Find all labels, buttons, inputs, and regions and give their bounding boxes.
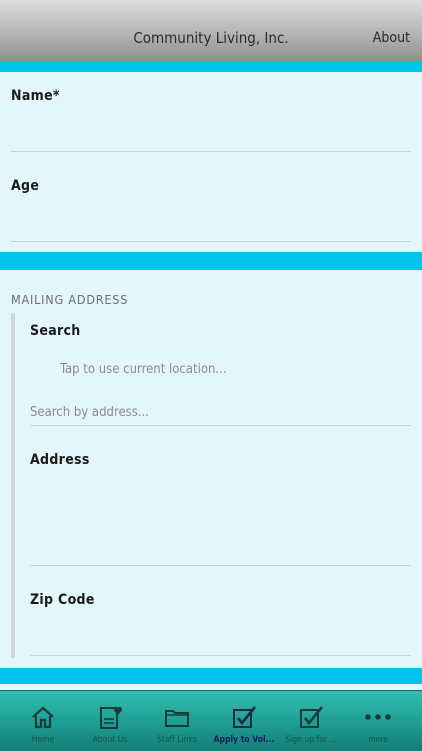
folder-icon [165,710,189,727]
address-label: Address [30,452,90,468]
name-input[interactable] [11,151,411,152]
group-indent-line [11,313,15,658]
tab-home-label: Home [31,735,55,745]
tab-staff-links-label: Staff Links [157,735,197,745]
tab-staff-links[interactable]: Staff Links [142,691,212,751]
checkbox-icon [233,706,257,728]
tab-apply-to-volunteer[interactable]: Apply to Vol... [209,691,279,751]
tab-more[interactable]: more [343,691,413,751]
tab-home[interactable]: Home [8,691,78,751]
tab-sign-up-label: Sign up for ... [285,735,337,745]
home-icon [32,706,54,729]
about-button[interactable]: About [373,30,410,46]
checkbox-icon [300,706,324,728]
tab-about-us[interactable]: About Us [75,691,145,751]
mailing-address-heading: MAILING ADDRESS [11,292,129,307]
section-divider-bar [0,252,422,270]
tab-about-us-label: About Us [92,735,128,745]
tab-apply-label: Apply to Vol... [213,735,275,745]
tab-more-label: more [368,735,388,745]
app-title: Community Living, Inc. [133,29,289,47]
use-current-location-button[interactable]: Tap to use current location... [60,362,227,377]
zip-code-label: Zip Code [30,592,95,608]
search-label: Search [30,323,81,339]
age-label: Age [11,178,40,194]
accent-bar-top [0,62,422,72]
address-input[interactable] [30,565,411,566]
tab-bar: Home About Us Staff Links Apply to Vol..… [0,690,422,751]
app-header: Community Living, Inc. About [0,0,422,62]
search-underline [30,425,411,426]
document-heart-icon [100,706,122,729]
accent-bar-bottom [0,668,422,684]
tab-sign-up[interactable]: Sign up for ... [276,691,346,751]
name-label: Name* [11,88,60,104]
address-search-input[interactable]: Search by address... [30,405,149,420]
age-input[interactable] [11,241,411,242]
more-dots-icon [365,714,391,720]
zip-code-input[interactable] [30,655,411,656]
